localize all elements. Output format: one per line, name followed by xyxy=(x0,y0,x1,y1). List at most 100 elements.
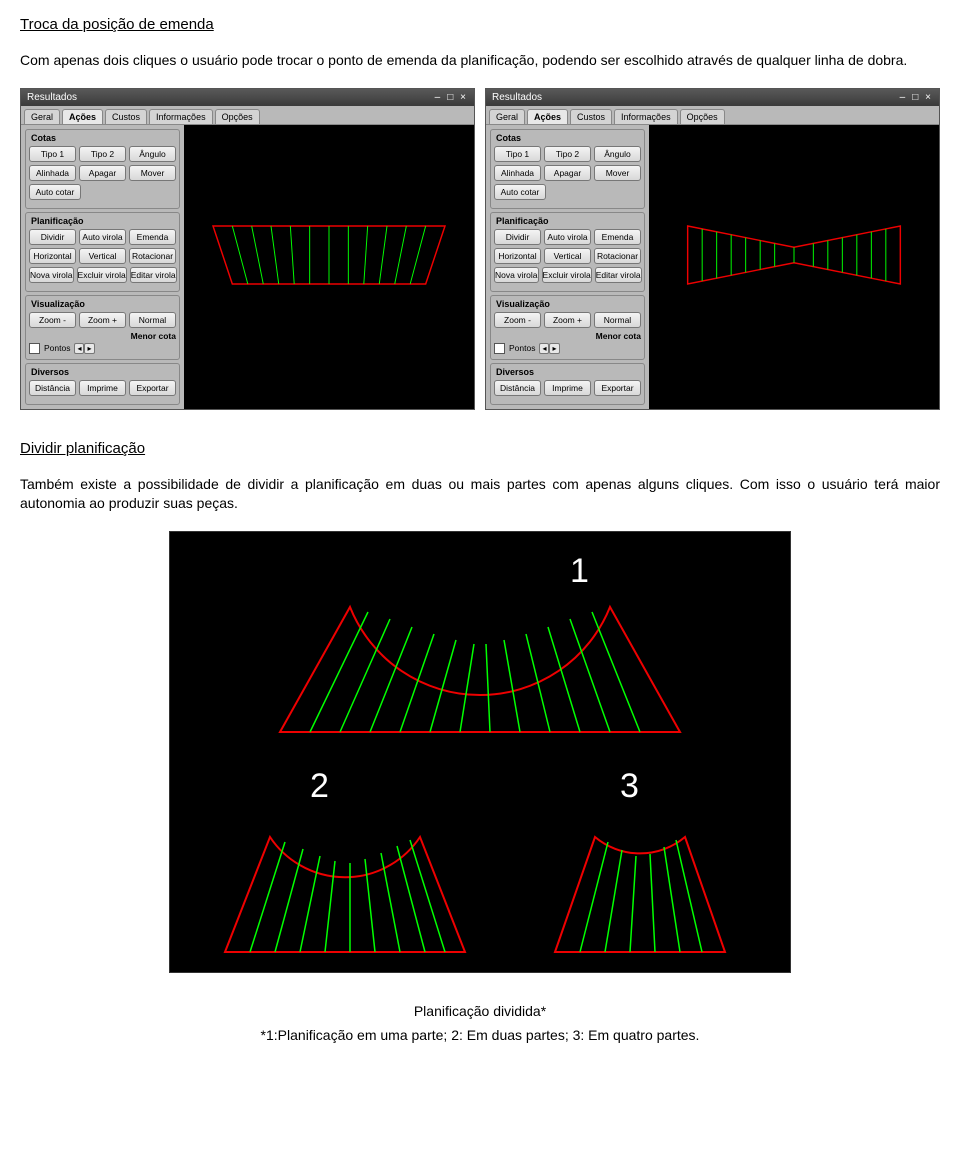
window-title: Resultados xyxy=(492,92,542,103)
maximize-icon[interactable]: □ xyxy=(910,92,920,103)
tab-acoes[interactable]: Ações xyxy=(527,109,568,124)
btn-autocotar[interactable]: Auto cotar xyxy=(29,184,81,200)
canvas-right xyxy=(649,125,939,409)
group-title-vis: Visualização xyxy=(31,299,176,309)
sidebar: Cotas Tipo 1 Tipo 2 Ângulo Alinhada Apag… xyxy=(21,125,184,409)
btn-autovirola[interactable]: Auto virola xyxy=(544,229,591,245)
maximize-icon[interactable]: □ xyxy=(445,92,455,103)
arrows-pontos[interactable]: ◂▸ xyxy=(74,343,94,354)
btn-tipo2[interactable]: Tipo 2 xyxy=(544,146,591,162)
btn-rotacionar[interactable]: Rotacionar xyxy=(594,248,641,264)
group-vis: Visualização Zoom - Zoom + Normal Menor … xyxy=(490,295,645,360)
group-title-cotas: Cotas xyxy=(496,133,641,143)
label-pontos: Pontos xyxy=(509,343,535,353)
btn-horizontal[interactable]: Horizontal xyxy=(494,248,541,264)
btn-imprime[interactable]: Imprime xyxy=(79,380,126,396)
btn-emenda[interactable]: Emenda xyxy=(594,229,641,245)
group-vis: Visualização Zoom - Zoom + Normal Menor … xyxy=(25,295,180,360)
btn-zoomnormal[interactable]: Normal xyxy=(129,312,176,328)
fig-number-2: 2 xyxy=(310,767,329,805)
window-controls[interactable]: – □ × xyxy=(897,92,933,103)
btn-dividir[interactable]: Dividir xyxy=(29,229,76,245)
fig-number-3: 3 xyxy=(620,767,639,805)
tabbar: Geral Ações Custos Informações Opções xyxy=(486,106,939,125)
btn-zoomminus[interactable]: Zoom - xyxy=(494,312,541,328)
canvas-left xyxy=(184,125,474,409)
btn-distancia[interactable]: Distância xyxy=(494,380,541,396)
section-title-1: Troca da posição de emenda xyxy=(20,16,940,33)
label-menorcota: Menor cota xyxy=(596,331,641,341)
btn-horizontal[interactable]: Horizontal xyxy=(29,248,76,264)
group-title-div: Diversos xyxy=(31,367,176,377)
btn-imprime[interactable]: Imprime xyxy=(544,380,591,396)
btn-exportar[interactable]: Exportar xyxy=(594,380,641,396)
tab-acoes[interactable]: Ações xyxy=(62,109,103,124)
btn-tipo2[interactable]: Tipo 2 xyxy=(79,146,126,162)
tab-custos[interactable]: Custos xyxy=(570,109,612,124)
btn-vertical[interactable]: Vertical xyxy=(79,248,126,264)
minimize-icon[interactable]: – xyxy=(432,92,442,103)
group-plan: Planificação Dividir Auto virola Emenda … xyxy=(490,212,645,292)
btn-excvirola[interactable]: Excluir virola xyxy=(542,267,592,283)
btn-excvirola[interactable]: Excluir virola xyxy=(77,267,127,283)
tab-opcoes[interactable]: Opções xyxy=(680,109,725,124)
tab-opcoes[interactable]: Opções xyxy=(215,109,260,124)
group-title-plan: Planificação xyxy=(31,216,176,226)
tabbar: Geral Ações Custos Informações Opções xyxy=(21,106,474,125)
tab-geral[interactable]: Geral xyxy=(489,109,525,124)
panel-body: Cotas Tipo 1 Tipo 2 Ângulo Alinhada Apag… xyxy=(21,125,474,409)
group-title-vis: Visualização xyxy=(496,299,641,309)
btn-zoomminus[interactable]: Zoom - xyxy=(29,312,76,328)
tab-informacoes[interactable]: Informações xyxy=(149,109,213,124)
section-para-1: Com apenas dois cliques o usuário pode t… xyxy=(20,51,940,70)
group-cotas: Cotas Tipo 1 Tipo 2 Ângulo Alinhada Apag… xyxy=(25,129,180,209)
panel-body: Cotas Tipo 1 Tipo 2 Ângulo Alinhada Apag… xyxy=(486,125,939,409)
btn-mover[interactable]: Mover xyxy=(129,165,176,181)
btn-mover[interactable]: Mover xyxy=(594,165,641,181)
close-icon[interactable]: × xyxy=(458,92,468,103)
group-diversos: Diversos Distância Imprime Exportar xyxy=(490,363,645,405)
checkbox-pontos[interactable] xyxy=(29,343,40,354)
btn-tipo1[interactable]: Tipo 1 xyxy=(494,146,541,162)
division-figure: 1 2 xyxy=(169,531,791,973)
btn-editvirola[interactable]: Editar virola xyxy=(595,267,642,283)
btn-zoomplus[interactable]: Zoom + xyxy=(544,312,591,328)
tab-custos[interactable]: Custos xyxy=(105,109,147,124)
btn-zoomnormal[interactable]: Normal xyxy=(594,312,641,328)
group-diversos: Diversos Distância Imprime Exportar xyxy=(25,363,180,405)
titlebar: Resultados – □ × xyxy=(21,89,474,106)
btn-tipo1[interactable]: Tipo 1 xyxy=(29,146,76,162)
group-title-div: Diversos xyxy=(496,367,641,377)
window-controls[interactable]: – □ × xyxy=(432,92,468,103)
titlebar: Resultados – □ × xyxy=(486,89,939,106)
btn-apagar[interactable]: Apagar xyxy=(79,165,126,181)
btn-autovirola[interactable]: Auto virola xyxy=(79,229,126,245)
checkbox-pontos[interactable] xyxy=(494,343,505,354)
btn-editvirola[interactable]: Editar virola xyxy=(130,267,177,283)
btn-alinhada[interactable]: Alinhada xyxy=(29,165,76,181)
tab-informacoes[interactable]: Informações xyxy=(614,109,678,124)
btn-angulo[interactable]: Ângulo xyxy=(129,146,176,162)
btn-alinhada[interactable]: Alinhada xyxy=(494,165,541,181)
btn-angulo[interactable]: Ângulo xyxy=(594,146,641,162)
tab-geral[interactable]: Geral xyxy=(24,109,60,124)
btn-emenda[interactable]: Emenda xyxy=(129,229,176,245)
label-menorcota: Menor cota xyxy=(131,331,176,341)
btn-novavirola[interactable]: Nova virola xyxy=(494,267,539,283)
btn-novavirola[interactable]: Nova virola xyxy=(29,267,74,283)
minimize-icon[interactable]: – xyxy=(897,92,907,103)
btn-apagar[interactable]: Apagar xyxy=(544,165,591,181)
window-title: Resultados xyxy=(27,92,77,103)
btn-dividir[interactable]: Dividir xyxy=(494,229,541,245)
btn-autocotar[interactable]: Auto cotar xyxy=(494,184,546,200)
btn-zoomplus[interactable]: Zoom + xyxy=(79,312,126,328)
arrows-pontos[interactable]: ◂▸ xyxy=(539,343,559,354)
close-icon[interactable]: × xyxy=(923,92,933,103)
btn-exportar[interactable]: Exportar xyxy=(129,380,176,396)
two-windows-row: Resultados – □ × Geral Ações Custos Info… xyxy=(20,88,940,410)
group-title-cotas: Cotas xyxy=(31,133,176,143)
btn-distancia[interactable]: Distância xyxy=(29,380,76,396)
group-title-plan: Planificação xyxy=(496,216,641,226)
btn-rotacionar[interactable]: Rotacionar xyxy=(129,248,176,264)
btn-vertical[interactable]: Vertical xyxy=(544,248,591,264)
